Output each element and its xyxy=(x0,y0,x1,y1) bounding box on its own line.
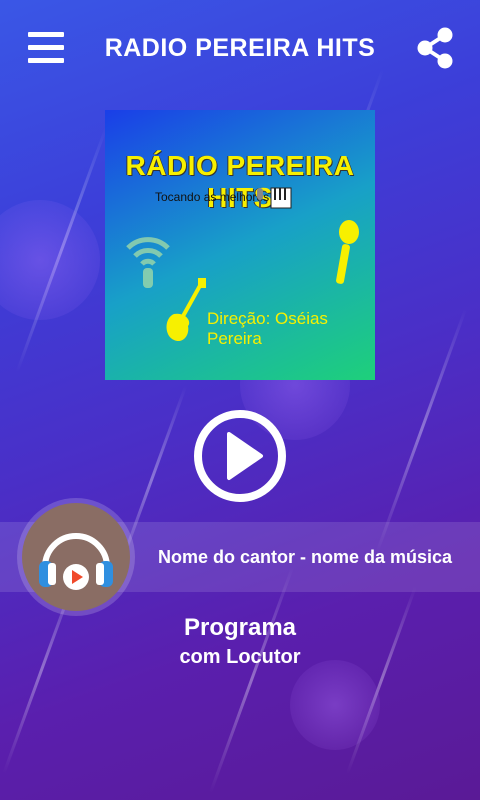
logo-direction-text: Direção: Oséias Pereira xyxy=(207,309,328,348)
play-icon xyxy=(194,410,286,502)
share-icon[interactable] xyxy=(416,27,454,69)
avatar xyxy=(17,498,135,616)
now-playing-text: Nome do cantor - nome da música xyxy=(158,547,453,567)
guitar-icon xyxy=(166,278,206,342)
headphones-play-icon xyxy=(39,533,113,590)
program-title: Programa xyxy=(183,614,297,641)
app-title: RADIO PEREIRA HITS xyxy=(104,34,376,62)
avatar-background xyxy=(22,503,130,611)
top-app-bar: RADIO PEREIRA HITS xyxy=(0,0,480,100)
mic-piano-icon xyxy=(257,187,292,209)
station-logo: RÁDIO PEREIRA HITS Tocando as melhores D… xyxy=(105,110,375,380)
microphone-icon xyxy=(336,220,359,284)
logo-title: RÁDIO PEREIRA HITS xyxy=(125,150,355,213)
logo-subtitle: Tocando as melhores xyxy=(155,190,270,204)
play-button[interactable] xyxy=(193,409,287,503)
program-subtitle: com Locutor xyxy=(179,646,301,668)
